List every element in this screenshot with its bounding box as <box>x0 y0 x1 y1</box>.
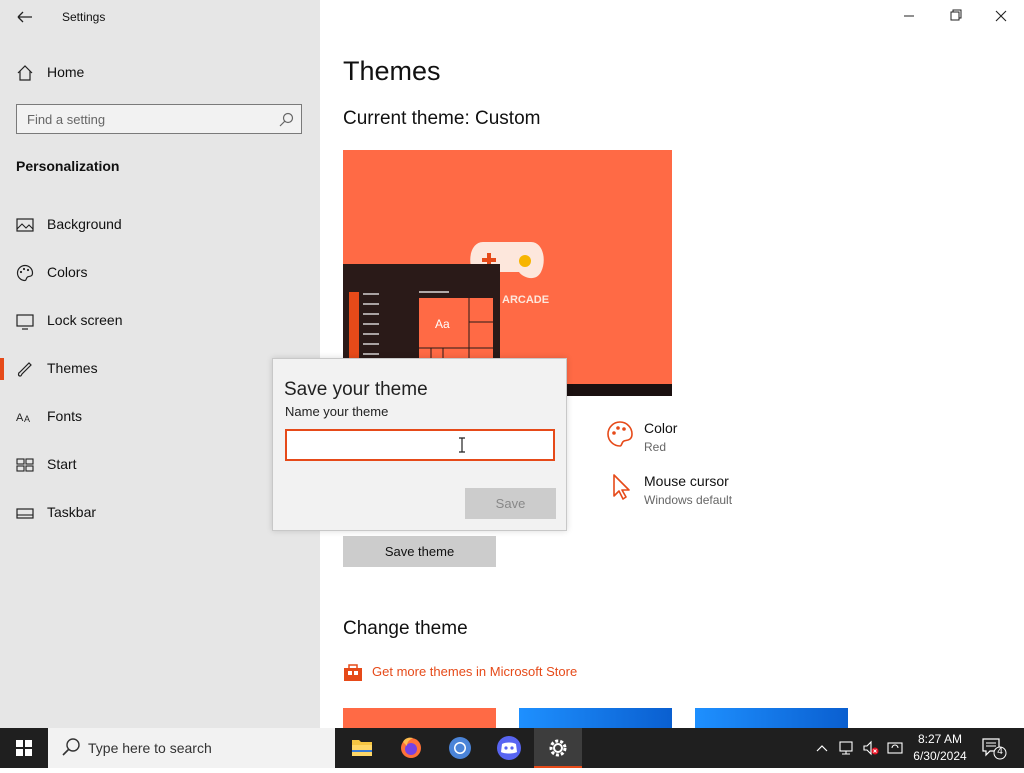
preview-tile-text: Aa <box>435 317 450 331</box>
font-icon: AA <box>16 408 34 426</box>
theme-thumbnail[interactable] <box>519 708 672 728</box>
minimize-button[interactable] <box>886 0 932 32</box>
app-title: Settings <box>62 10 106 24</box>
taskbar-search[interactable]: Type here to search <box>48 728 335 768</box>
clock-time[interactable]: 8:27 AM <box>912 732 968 746</box>
color-property[interactable]: Color Red <box>606 418 806 458</box>
dialog-title: Save your theme <box>284 379 428 400</box>
firefox-icon <box>401 737 421 758</box>
discord-button[interactable] <box>485 728 533 768</box>
svg-text:A: A <box>16 412 24 424</box>
restore-icon <box>950 9 962 21</box>
gear-icon <box>549 739 567 757</box>
arcade-text: ARCADE <box>502 294 549 306</box>
close-button[interactable] <box>978 0 1024 32</box>
search-placeholder: Find a setting <box>27 112 106 127</box>
clock-date[interactable]: 6/30/2024 <box>908 749 972 763</box>
sidebar-item-label: Home <box>47 64 85 80</box>
notification-center-button[interactable]: 4 <box>980 736 1008 760</box>
close-icon <box>995 10 1007 22</box>
dialog-save-button[interactable]: Save <box>465 488 556 519</box>
settings-app-button[interactable] <box>534 728 582 768</box>
search-input[interactable]: Find a setting <box>16 104 302 134</box>
start-icon <box>16 456 34 474</box>
sidebar-item-label: Colors <box>47 264 88 280</box>
store-link[interactable]: Get more themes in Microsoft Store <box>372 664 577 679</box>
chevron-up-icon[interactable] <box>814 740 830 756</box>
windows-logo-icon <box>16 740 32 756</box>
sidebar-item-label: Start <box>47 456 77 472</box>
sidebar-item-home[interactable]: Home <box>0 53 320 93</box>
sidebar-item-label: Themes <box>47 360 98 376</box>
mouse-cursor-property[interactable]: Mouse cursor Windows default <box>606 471 806 511</box>
notification-count: 4 <box>997 746 1003 757</box>
network-icon[interactable] <box>838 740 856 756</box>
sidebar-item-label: Lock screen <box>47 312 123 328</box>
firefox-button[interactable] <box>387 728 435 768</box>
text-cursor-icon <box>458 437 466 453</box>
minimize-icon <box>904 15 914 17</box>
search-icon <box>62 738 80 756</box>
change-theme-heading: Change theme <box>343 618 468 639</box>
sidebar-item-label: Taskbar <box>47 504 97 520</box>
palette-icon <box>16 264 34 282</box>
svg-text:A: A <box>24 414 30 424</box>
sidebar-item-lock-screen[interactable]: Lock screen <box>0 301 320 341</box>
back-arrow-icon <box>17 11 32 23</box>
chrome-button[interactable] <box>436 728 484 768</box>
current-theme-heading: Current theme: Custom <box>343 108 541 129</box>
taskbar-search-placeholder: Type here to search <box>88 740 212 756</box>
page-title: Themes <box>343 56 441 86</box>
save-theme-button[interactable]: Save theme <box>343 536 496 567</box>
sidebar-item-label: Fonts <box>47 408 83 424</box>
sidebar-item-colors[interactable]: Colors <box>0 253 320 293</box>
property-value: Red <box>644 440 667 454</box>
taskbar-icon <box>16 504 34 522</box>
dialog-label: Name your theme <box>285 404 389 419</box>
home-icon <box>16 64 34 82</box>
property-title: Mouse cursor <box>644 473 729 489</box>
start-button[interactable] <box>0 728 48 768</box>
file-explorer-button[interactable] <box>338 728 386 768</box>
save-theme-dialog: Save your theme Name your theme Save <box>272 358 567 531</box>
screen-icon[interactable] <box>886 740 904 756</box>
discord-icon <box>497 736 521 760</box>
section-title: Personalization <box>16 158 120 174</box>
back-button[interactable] <box>10 6 40 28</box>
theme-thumbnail[interactable] <box>695 708 848 728</box>
restore-button[interactable] <box>932 0 978 32</box>
sidebar-item-background[interactable]: Background <box>0 205 320 245</box>
property-title: Color <box>644 420 678 436</box>
brush-icon <box>16 360 34 378</box>
theme-thumbnail[interactable] <box>343 708 496 728</box>
property-value: Windows default <box>644 493 733 507</box>
search-icon <box>279 112 294 127</box>
taskbar: Type here to search 8:27 AM 6/30/2024 4 <box>0 728 1024 768</box>
chrome-icon <box>449 737 471 759</box>
sidebar-item-label: Background <box>47 216 122 232</box>
store-icon <box>343 662 363 682</box>
lock-screen-icon <box>16 312 34 330</box>
image-icon <box>16 216 34 234</box>
theme-name-input[interactable] <box>285 429 555 461</box>
volume-muted-icon[interactable] <box>862 740 880 756</box>
folder-icon <box>352 740 372 756</box>
